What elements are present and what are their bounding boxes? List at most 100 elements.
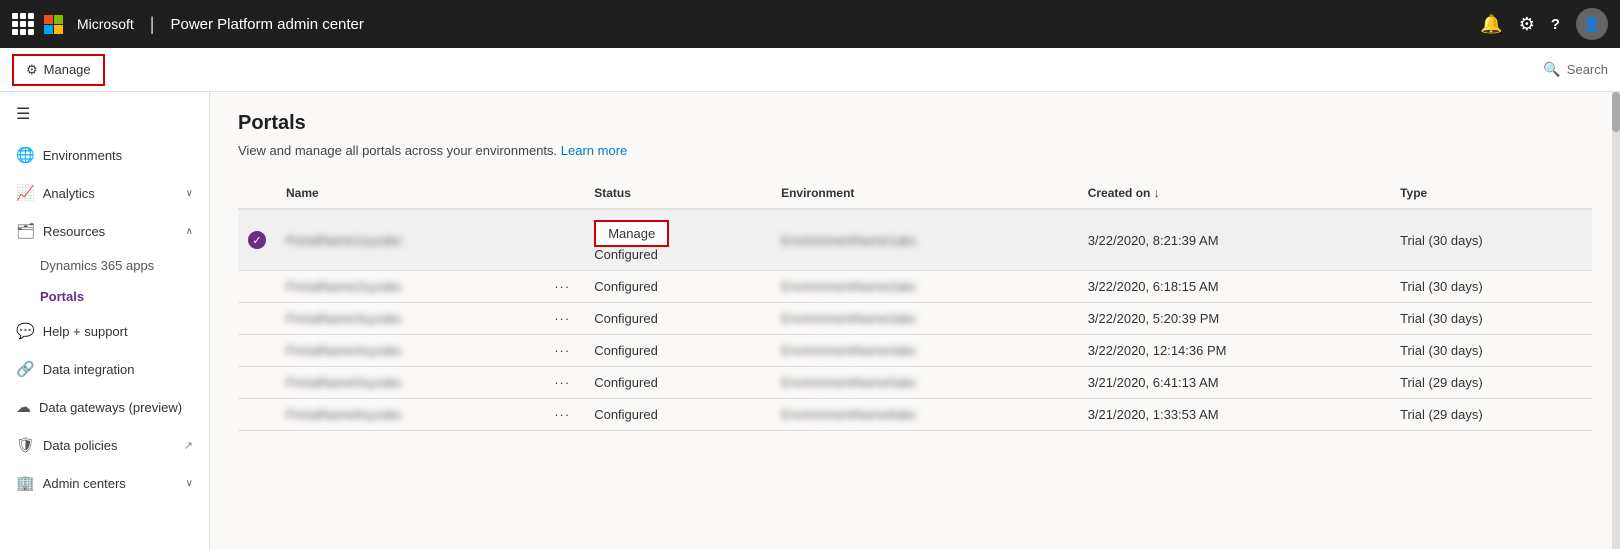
sidebar-item-datagateways[interactable]: ☁ Data gateways (preview) bbox=[0, 388, 209, 426]
sidebar-item-dataintegration[interactable]: 🔗 Data integration bbox=[0, 350, 209, 388]
sidebar-label-analytics: Analytics bbox=[43, 186, 178, 201]
search-box[interactable]: 🔍 Search bbox=[1543, 61, 1608, 78]
col-header-check bbox=[238, 178, 276, 209]
external-link-icon: ↗ bbox=[184, 439, 193, 452]
row-check-cell[interactable]: ✓ bbox=[238, 209, 276, 271]
row-name: PortalName1xyzabc bbox=[276, 209, 544, 271]
top-nav: Microsoft | Power Platform admin center … bbox=[0, 0, 1620, 48]
microsoft-label: Microsoft bbox=[77, 16, 134, 32]
row-status: Configured bbox=[584, 399, 771, 431]
sidebar-item-datapolicies[interactable]: 🛡 Data policies ↗ bbox=[0, 426, 209, 464]
row-type: Trial (30 days) bbox=[1390, 303, 1592, 335]
hamburger-icon[interactable]: ☰ bbox=[0, 92, 209, 136]
help-icon[interactable]: ? bbox=[1551, 16, 1560, 33]
resources-icon: 🗂 bbox=[16, 222, 35, 240]
environments-icon: 🌐 bbox=[16, 146, 35, 164]
row-dots-menu[interactable]: ··· bbox=[544, 271, 584, 303]
sidebar-label-admincenters: Admin centers bbox=[43, 476, 178, 491]
sidebar-item-analytics[interactable]: 📈 Analytics ∨ bbox=[0, 174, 209, 212]
secondary-nav: ⚙ Manage 🔍 Search bbox=[0, 48, 1620, 92]
row-name: PortalName6xyzabc bbox=[276, 399, 544, 431]
app-name: Power Platform admin center bbox=[170, 16, 363, 33]
settings-icon[interactable]: ⚙ bbox=[1519, 14, 1535, 35]
col-header-createdon[interactable]: Created on ↓ bbox=[1078, 178, 1390, 209]
row-environment: EnvironmentName5abc bbox=[771, 367, 1078, 399]
sidebar-item-dynamics365apps[interactable]: Dynamics 365 apps bbox=[0, 250, 209, 281]
row-dots-menu[interactable]: ··· bbox=[544, 399, 584, 431]
table-row: PortalName4xyzabc··· Configured Environmen… bbox=[238, 335, 1592, 367]
helpsupport-icon: 💬 bbox=[16, 322, 35, 340]
row-dots-menu[interactable]: ··· bbox=[544, 335, 584, 367]
row-name: PortalName4xyzabc bbox=[276, 335, 544, 367]
microsoft-logo bbox=[44, 15, 63, 34]
table-header-row: Name Status Environment Created on ↓ Typ… bbox=[238, 178, 1592, 209]
analytics-chevron: ∨ bbox=[186, 188, 193, 199]
sidebar-item-environments[interactable]: 🌐 Environments bbox=[0, 136, 209, 174]
sidebar-item-helpsupport[interactable]: 💬 Help + support bbox=[0, 312, 209, 350]
row-type: Trial (29 days) bbox=[1390, 367, 1592, 399]
row-createdon: 3/22/2020, 6:18:15 AM bbox=[1078, 271, 1390, 303]
status-text: Configured bbox=[594, 343, 761, 358]
row-check-cell[interactable] bbox=[238, 271, 276, 303]
row-createdon: 3/22/2020, 8:21:39 AM bbox=[1078, 209, 1390, 271]
sidebar-item-resources[interactable]: 🗂 Resources ∧ bbox=[0, 212, 209, 250]
row-check-cell[interactable] bbox=[238, 367, 276, 399]
row-check-cell[interactable] bbox=[238, 399, 276, 431]
search-label: Search bbox=[1567, 62, 1608, 77]
sidebar-label-dataintegration: Data integration bbox=[43, 362, 193, 377]
row-name: PortalName2xyzabc bbox=[276, 271, 544, 303]
manage-popup[interactable]: Manage bbox=[594, 220, 669, 247]
resources-chevron: ∧ bbox=[186, 226, 193, 237]
scrollbar-thumb[interactable] bbox=[1612, 92, 1620, 132]
row-check-cell[interactable] bbox=[238, 335, 276, 367]
table-row: PortalName2xyzabc··· Configured Environmen… bbox=[238, 271, 1592, 303]
status-text: Configured bbox=[594, 279, 761, 294]
notifications-icon[interactable]: 🔔 bbox=[1480, 14, 1502, 35]
row-createdon: 3/21/2020, 6:41:13 AM bbox=[1078, 367, 1390, 399]
row-status: Configured bbox=[584, 335, 771, 367]
row-name: PortalName5xyzabc bbox=[276, 367, 544, 399]
datapolicies-icon: 🛡 bbox=[16, 436, 35, 454]
page-title: Portals bbox=[238, 112, 1592, 135]
row-type: Trial (30 days) bbox=[1390, 335, 1592, 367]
learn-more-link[interactable]: Learn more bbox=[561, 143, 627, 158]
status-text: Configured bbox=[594, 311, 761, 326]
row-status: ManageConfigured bbox=[584, 209, 771, 271]
manage-btn-icon: ⚙ bbox=[26, 62, 38, 78]
manage-btn-label: Manage bbox=[44, 62, 91, 77]
row-dots-menu[interactable]: ··· bbox=[544, 303, 584, 335]
top-nav-right: 🔔 ⚙ ? 👤 bbox=[1480, 8, 1608, 40]
main-layout: ☰ 🌐 Environments 📈 Analytics ∨ 🗂 Resourc… bbox=[0, 92, 1620, 549]
page-subtitle: View and manage all portals across your … bbox=[238, 143, 1592, 158]
row-check-cell[interactable] bbox=[238, 303, 276, 335]
scrollbar-track[interactable] bbox=[1612, 92, 1620, 549]
row-environment: EnvironmentName2abc bbox=[771, 271, 1078, 303]
sidebar-item-admincenters[interactable]: 🏢 Admin centers ∨ bbox=[0, 464, 209, 502]
row-dots-menu[interactable]: ··· bbox=[544, 367, 584, 399]
row-status: Configured bbox=[584, 367, 771, 399]
row-createdon: 3/22/2020, 5:20:39 PM bbox=[1078, 303, 1390, 335]
sidebar-label-helpsupport: Help + support bbox=[43, 324, 193, 339]
waffle-icon[interactable] bbox=[12, 13, 34, 35]
manage-button[interactable]: ⚙ Manage bbox=[12, 54, 105, 86]
status-text: Configured bbox=[594, 407, 761, 422]
col-header-status: Status bbox=[584, 178, 771, 209]
status-text: Configured bbox=[594, 375, 761, 390]
user-avatar[interactable]: 👤 bbox=[1576, 8, 1608, 40]
row-environment: EnvironmentName4abc bbox=[771, 335, 1078, 367]
check-circle-icon: ✓ bbox=[248, 231, 266, 249]
sidebar-label-environments: Environments bbox=[43, 148, 193, 163]
row-type: Trial (30 days) bbox=[1390, 209, 1592, 271]
row-status: Configured bbox=[584, 303, 771, 335]
row-dots-menu[interactable] bbox=[544, 209, 584, 271]
col-header-environment: Environment bbox=[771, 178, 1078, 209]
row-name: PortalName3xyzabc bbox=[276, 303, 544, 335]
row-status: Configured bbox=[584, 271, 771, 303]
sidebar-label-datapolicies: Data policies bbox=[43, 438, 176, 453]
sidebar-item-portals[interactable]: Portals bbox=[0, 281, 209, 312]
col-header-dots bbox=[544, 178, 584, 209]
portals-label: Portals bbox=[40, 289, 84, 304]
col-header-type: Type bbox=[1390, 178, 1592, 209]
analytics-icon: 📈 bbox=[16, 184, 35, 202]
sort-indicator: ↓ bbox=[1154, 186, 1160, 200]
